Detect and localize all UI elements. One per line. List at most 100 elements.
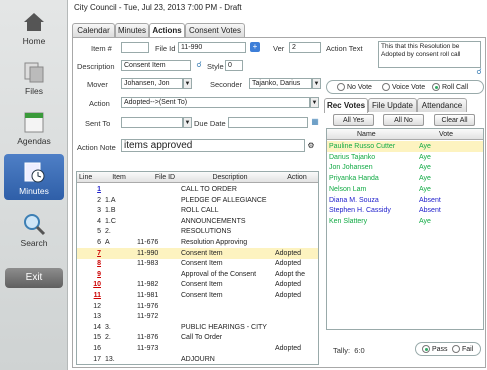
tab-actions[interactable]: Actions <box>149 23 185 38</box>
seconder-select[interactable]: Tajanko, Darius <box>249 78 312 89</box>
table-row[interactable]: 13 11-972 <box>77 311 318 322</box>
line-cell: Line <box>79 174 93 181</box>
vote-row[interactable]: Nelson Lam Aye <box>327 184 483 195</box>
sentto-select[interactable] <box>121 117 183 128</box>
all-no-button[interactable]: All No <box>383 114 424 126</box>
description-cell: PLEDGE OF ALLEGIANCE <box>181 196 267 204</box>
lookup-icon[interactable]: ☌ <box>194 60 204 70</box>
vote-row[interactable]: Darius Tajanko Aye <box>327 152 483 163</box>
mover-select[interactable]: Johansen, Jon <box>121 78 183 89</box>
nav-search[interactable]: Search <box>4 206 64 252</box>
table-row[interactable]: 3 1.B ROLL CALL <box>77 205 318 216</box>
tab-minutes[interactable]: Minutes <box>115 23 149 37</box>
table-row[interactable]: 12 11-976 <box>77 301 318 312</box>
line-cell: 1 <box>97 186 101 193</box>
table-row[interactable]: 17 13. ADJOURN <box>77 354 318 365</box>
table-row[interactable]: 9 Approval of the Consent Adopt the <box>77 269 318 280</box>
vote-row[interactable]: Stephen H. Cassidy Absent <box>327 205 483 216</box>
item-cell <box>105 311 133 322</box>
action-select[interactable]: Adopted-->(Sent To) <box>121 97 310 108</box>
radio-pass[interactable]: Pass <box>422 345 448 353</box>
item-cell <box>105 269 133 280</box>
table-row[interactable]: 15 2. 11-876 Call To Order <box>77 332 318 343</box>
table-row[interactable]: 11 11-981 Consent Item Adopted <box>77 290 318 301</box>
chevron-down-icon[interactable]: ▼ <box>183 117 192 128</box>
line-cell: 15 <box>93 334 101 342</box>
seconder-label: Seconder <box>210 80 243 89</box>
table-row[interactable]: 5 2. RESOLUTIONS <box>77 226 318 237</box>
nav-search-label: Search <box>20 238 48 248</box>
table-row[interactable]: 2 1.A PLEDGE OF ALLEGIANCE <box>77 195 318 206</box>
nav-minutes[interactable]: Minutes <box>4 154 64 200</box>
action-cell: Adopt the <box>275 270 305 278</box>
window-title: City Council - Tue, Jul 23, 2013 7:00 PM… <box>74 3 242 12</box>
radio-fail[interactable]: Fail <box>452 345 473 353</box>
table-row[interactable]: 4 1.C ANNOUNCEMENTS <box>77 216 318 227</box>
duedate-input[interactable] <box>228 117 308 128</box>
sidebar: Home Files Agendas Minutes Search Exit <box>0 0 68 370</box>
vote-row[interactable]: Diana M. Souza Absent <box>327 195 483 206</box>
action-cell <box>275 322 319 333</box>
item-cell <box>105 279 133 290</box>
table-row[interactable]: 1 CALL TO ORDER <box>77 184 318 195</box>
vote-row[interactable]: Pauline Russo Cutter Aye <box>327 141 483 152</box>
line-cell: 10 <box>93 281 101 289</box>
tab-consent-votes[interactable]: Consent Votes <box>185 23 245 37</box>
item-input[interactable] <box>121 42 149 53</box>
description-cell: Resolution Approving <box>181 239 248 246</box>
agendas-icon <box>24 112 44 133</box>
calendar-icon[interactable]: ▦ <box>310 117 320 127</box>
action-cell: Adopted <box>275 281 302 289</box>
all-yes-button[interactable]: All Yes <box>333 114 374 126</box>
line-cell: 14 <box>93 323 101 331</box>
note-input[interactable]: items approved <box>121 139 305 152</box>
style-input[interactable]: 0 <box>225 60 243 71</box>
radio-roll-call[interactable]: Roll Call <box>432 83 468 91</box>
table-row[interactable]: 14 3. PUBLIC HEARINGS - CITY <box>77 322 318 333</box>
tab-attendance[interactable]: Attendance <box>417 98 467 112</box>
action-cell: Adopted <box>275 249 302 257</box>
table-row[interactable]: 6 A 11-676 Resolution Approving <box>77 237 318 248</box>
ver-input[interactable]: 2 <box>289 42 321 53</box>
vote-row[interactable]: Jon Johansen Aye <box>327 162 483 173</box>
nav-files[interactable]: Files <box>4 54 64 100</box>
description-cell: PUBLIC HEARINGS - CITY <box>181 323 267 331</box>
chevron-down-icon[interactable]: ▼ <box>312 78 321 89</box>
description-input[interactable]: Consent Item <box>121 60 191 71</box>
item-cell <box>105 258 133 269</box>
exit-button[interactable]: Exit <box>5 268 63 288</box>
table-row[interactable]: 8 11-983 Consent Item Adopted <box>77 258 318 269</box>
line-cell: 5 <box>97 228 101 236</box>
action-text-label: Action Text <box>326 44 363 53</box>
item-cell: 1.A <box>105 196 116 204</box>
add-icon[interactable]: + <box>250 42 260 52</box>
chevron-down-icon[interactable]: ▼ <box>310 97 319 108</box>
nav-agendas[interactable]: Agendas <box>4 104 64 150</box>
description-cell: Consent Item <box>181 281 223 289</box>
description-cell <box>181 343 279 354</box>
tab-calendar[interactable]: Calendar <box>72 23 115 37</box>
item-cell: 2. <box>105 334 111 342</box>
fileid-input[interactable]: 11-990 <box>178 42 246 53</box>
tab-rec-votes[interactable]: Rec Votes <box>324 98 368 113</box>
zoom-icon[interactable]: ☌ <box>474 67 484 77</box>
vote-value: Absent <box>419 196 441 204</box>
vote-row[interactable]: Priyanka Handa Aye <box>327 173 483 184</box>
table-row[interactable]: 16 11-973 Adopted <box>77 343 318 354</box>
action-text-box[interactable]: This that this Resolution be Adopted by … <box>378 41 481 68</box>
action-cell <box>275 195 319 206</box>
nav-home[interactable]: Home <box>4 4 64 50</box>
vote-row[interactable]: Ken Slattery Aye <box>327 216 483 227</box>
line-cell: 16 <box>93 345 101 352</box>
clear-all-button[interactable]: Clear All <box>434 114 475 126</box>
table-row[interactable]: 10 11-982 Consent Item Adopted <box>77 279 318 290</box>
radio-no-vote[interactable]: No Vote <box>337 83 372 91</box>
radio-voice-vote[interactable]: Voice Vote <box>382 83 425 91</box>
nav-home-label: Home <box>22 36 46 46</box>
tab-file-update[interactable]: File Update <box>368 98 417 112</box>
spellcheck-icon[interactable]: ⚙ <box>306 141 316 151</box>
line-cell: 6 <box>97 239 101 246</box>
chevron-down-icon[interactable]: ▼ <box>183 78 192 89</box>
style-label: Style <box>207 62 224 71</box>
table-row[interactable]: 7 11-990 Consent Item Adopted <box>77 247 318 259</box>
